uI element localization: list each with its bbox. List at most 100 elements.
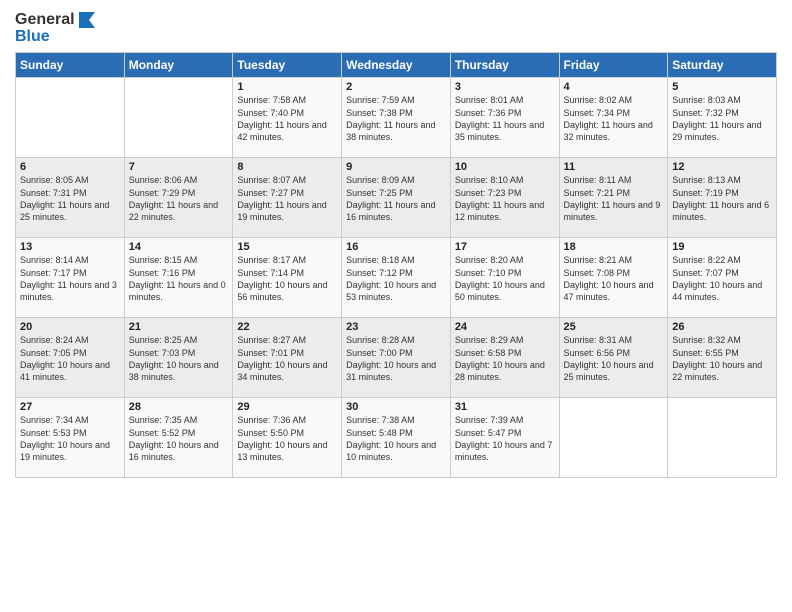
calendar-cell: 30Sunrise: 7:38 AMSunset: 5:48 PMDayligh… xyxy=(342,398,451,478)
day-number: 2 xyxy=(346,81,446,93)
calendar-cell: 3Sunrise: 8:01 AMSunset: 7:36 PMDaylight… xyxy=(450,78,559,158)
cell-content: Sunrise: 8:03 AMSunset: 7:32 PMDaylight:… xyxy=(672,94,772,143)
cell-content: Sunrise: 7:58 AMSunset: 7:40 PMDaylight:… xyxy=(237,94,337,143)
calendar-cell: 17Sunrise: 8:20 AMSunset: 7:10 PMDayligh… xyxy=(450,238,559,318)
cell-content: Sunrise: 8:05 AMSunset: 7:31 PMDaylight:… xyxy=(20,174,120,223)
calendar-cell: 18Sunrise: 8:21 AMSunset: 7:08 PMDayligh… xyxy=(559,238,668,318)
calendar-cell: 11Sunrise: 8:11 AMSunset: 7:21 PMDayligh… xyxy=(559,158,668,238)
calendar-cell: 16Sunrise: 8:18 AMSunset: 7:12 PMDayligh… xyxy=(342,238,451,318)
calendar-cell: 19Sunrise: 8:22 AMSunset: 7:07 PMDayligh… xyxy=(668,238,777,318)
calendar-cell: 20Sunrise: 8:24 AMSunset: 7:05 PMDayligh… xyxy=(16,318,125,398)
calendar-cell: 25Sunrise: 8:31 AMSunset: 6:56 PMDayligh… xyxy=(559,318,668,398)
calendar-cell: 4Sunrise: 8:02 AMSunset: 7:34 PMDaylight… xyxy=(559,78,668,158)
day-header-monday: Monday xyxy=(124,53,233,78)
day-header-saturday: Saturday xyxy=(668,53,777,78)
cell-content: Sunrise: 8:21 AMSunset: 7:08 PMDaylight:… xyxy=(564,254,664,303)
logo: General Blue xyxy=(15,10,95,46)
calendar-cell: 29Sunrise: 7:36 AMSunset: 5:50 PMDayligh… xyxy=(233,398,342,478)
day-header-friday: Friday xyxy=(559,53,668,78)
day-header-thursday: Thursday xyxy=(450,53,559,78)
cell-content: Sunrise: 8:15 AMSunset: 7:16 PMDaylight:… xyxy=(129,254,229,303)
day-number: 24 xyxy=(455,321,555,333)
day-header-wednesday: Wednesday xyxy=(342,53,451,78)
day-number: 5 xyxy=(672,81,772,93)
day-number: 20 xyxy=(20,321,120,333)
calendar-cell: 1Sunrise: 7:58 AMSunset: 7:40 PMDaylight… xyxy=(233,78,342,158)
day-number: 7 xyxy=(129,161,229,173)
page-container: General Blue SundayMondayTuesdayWednesda… xyxy=(0,0,792,488)
calendar-cell: 12Sunrise: 8:13 AMSunset: 7:19 PMDayligh… xyxy=(668,158,777,238)
cell-content: Sunrise: 8:11 AMSunset: 7:21 PMDaylight:… xyxy=(564,174,664,223)
cell-content: Sunrise: 8:27 AMSunset: 7:01 PMDaylight:… xyxy=(237,334,337,383)
calendar-cell: 28Sunrise: 7:35 AMSunset: 5:52 PMDayligh… xyxy=(124,398,233,478)
cell-content: Sunrise: 7:38 AMSunset: 5:48 PMDaylight:… xyxy=(346,414,446,463)
cell-content: Sunrise: 8:28 AMSunset: 7:00 PMDaylight:… xyxy=(346,334,446,383)
cell-content: Sunrise: 7:36 AMSunset: 5:50 PMDaylight:… xyxy=(237,414,337,463)
calendar-cell: 21Sunrise: 8:25 AMSunset: 7:03 PMDayligh… xyxy=(124,318,233,398)
cell-content: Sunrise: 7:34 AMSunset: 5:53 PMDaylight:… xyxy=(20,414,120,463)
day-number: 19 xyxy=(672,241,772,253)
cell-content: Sunrise: 8:29 AMSunset: 6:58 PMDaylight:… xyxy=(455,334,555,383)
cell-content: Sunrise: 8:01 AMSunset: 7:36 PMDaylight:… xyxy=(455,94,555,143)
cell-content: Sunrise: 7:39 AMSunset: 5:47 PMDaylight:… xyxy=(455,414,555,463)
logo-blue: Blue xyxy=(15,27,95,46)
day-number: 6 xyxy=(20,161,120,173)
calendar-cell: 7Sunrise: 8:06 AMSunset: 7:29 PMDaylight… xyxy=(124,158,233,238)
calendar-week-row: 1Sunrise: 7:58 AMSunset: 7:40 PMDaylight… xyxy=(16,78,777,158)
logo-flag-icon xyxy=(77,12,95,28)
day-number: 4 xyxy=(564,81,664,93)
day-number: 17 xyxy=(455,241,555,253)
calendar-cell: 10Sunrise: 8:10 AMSunset: 7:23 PMDayligh… xyxy=(450,158,559,238)
cell-content: Sunrise: 8:07 AMSunset: 7:27 PMDaylight:… xyxy=(237,174,337,223)
day-number: 3 xyxy=(455,81,555,93)
day-number: 9 xyxy=(346,161,446,173)
calendar-cell xyxy=(559,398,668,478)
cell-content: Sunrise: 8:18 AMSunset: 7:12 PMDaylight:… xyxy=(346,254,446,303)
cell-content: Sunrise: 8:13 AMSunset: 7:19 PMDaylight:… xyxy=(672,174,772,223)
calendar-cell: 26Sunrise: 8:32 AMSunset: 6:55 PMDayligh… xyxy=(668,318,777,398)
day-number: 30 xyxy=(346,401,446,413)
calendar-week-row: 20Sunrise: 8:24 AMSunset: 7:05 PMDayligh… xyxy=(16,318,777,398)
calendar-week-row: 6Sunrise: 8:05 AMSunset: 7:31 PMDaylight… xyxy=(16,158,777,238)
calendar-cell xyxy=(668,398,777,478)
cell-content: Sunrise: 8:25 AMSunset: 7:03 PMDaylight:… xyxy=(129,334,229,383)
cell-content: Sunrise: 7:59 AMSunset: 7:38 PMDaylight:… xyxy=(346,94,446,143)
cell-content: Sunrise: 7:35 AMSunset: 5:52 PMDaylight:… xyxy=(129,414,229,463)
day-number: 31 xyxy=(455,401,555,413)
day-number: 15 xyxy=(237,241,337,253)
day-number: 28 xyxy=(129,401,229,413)
day-number: 1 xyxy=(237,81,337,93)
calendar-cell: 27Sunrise: 7:34 AMSunset: 5:53 PMDayligh… xyxy=(16,398,125,478)
cell-content: Sunrise: 8:22 AMSunset: 7:07 PMDaylight:… xyxy=(672,254,772,303)
day-header-sunday: Sunday xyxy=(16,53,125,78)
calendar-cell: 2Sunrise: 7:59 AMSunset: 7:38 PMDaylight… xyxy=(342,78,451,158)
day-number: 27 xyxy=(20,401,120,413)
day-number: 22 xyxy=(237,321,337,333)
day-number: 23 xyxy=(346,321,446,333)
day-number: 16 xyxy=(346,241,446,253)
calendar-cell xyxy=(124,78,233,158)
day-header-tuesday: Tuesday xyxy=(233,53,342,78)
calendar-cell: 6Sunrise: 8:05 AMSunset: 7:31 PMDaylight… xyxy=(16,158,125,238)
header: General Blue xyxy=(15,10,777,46)
day-number: 21 xyxy=(129,321,229,333)
cell-content: Sunrise: 8:32 AMSunset: 6:55 PMDaylight:… xyxy=(672,334,772,383)
cell-content: Sunrise: 8:24 AMSunset: 7:05 PMDaylight:… xyxy=(20,334,120,383)
day-number: 14 xyxy=(129,241,229,253)
cell-content: Sunrise: 8:20 AMSunset: 7:10 PMDaylight:… xyxy=(455,254,555,303)
calendar-cell: 9Sunrise: 8:09 AMSunset: 7:25 PMDaylight… xyxy=(342,158,451,238)
cell-content: Sunrise: 8:10 AMSunset: 7:23 PMDaylight:… xyxy=(455,174,555,223)
day-number: 12 xyxy=(672,161,772,173)
cell-content: Sunrise: 8:02 AMSunset: 7:34 PMDaylight:… xyxy=(564,94,664,143)
day-number: 18 xyxy=(564,241,664,253)
calendar-header-row: SundayMondayTuesdayWednesdayThursdayFrid… xyxy=(16,53,777,78)
calendar-cell: 31Sunrise: 7:39 AMSunset: 5:47 PMDayligh… xyxy=(450,398,559,478)
day-number: 26 xyxy=(672,321,772,333)
calendar-cell: 24Sunrise: 8:29 AMSunset: 6:58 PMDayligh… xyxy=(450,318,559,398)
cell-content: Sunrise: 8:17 AMSunset: 7:14 PMDaylight:… xyxy=(237,254,337,303)
calendar-week-row: 13Sunrise: 8:14 AMSunset: 7:17 PMDayligh… xyxy=(16,238,777,318)
day-number: 10 xyxy=(455,161,555,173)
day-number: 29 xyxy=(237,401,337,413)
cell-content: Sunrise: 8:09 AMSunset: 7:25 PMDaylight:… xyxy=(346,174,446,223)
day-number: 11 xyxy=(564,161,664,173)
